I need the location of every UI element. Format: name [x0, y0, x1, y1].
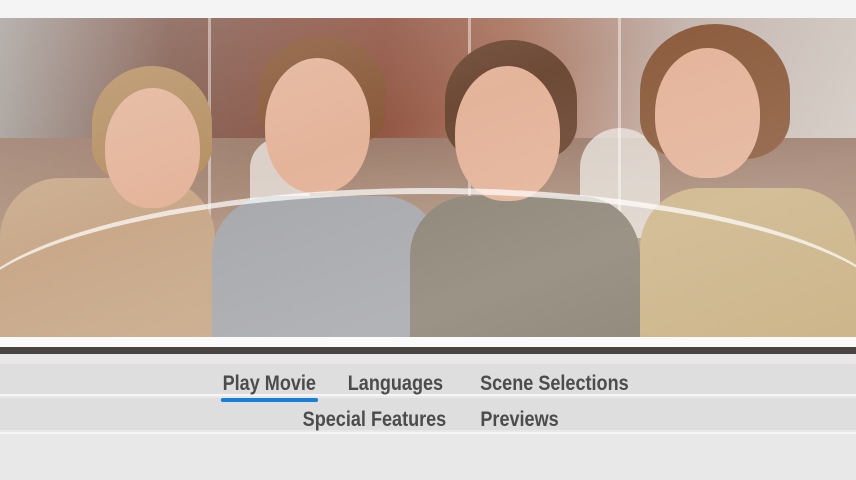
top-band [0, 0, 856, 18]
menu-row-secondary: Special Features Previews [0, 407, 856, 433]
divider-light [0, 337, 856, 347]
special-features-button[interactable]: Special Features [302, 407, 446, 433]
divider-dark [0, 347, 856, 354]
play-movie-button[interactable]: Play Movie [220, 371, 318, 402]
background-scene-image [0, 18, 856, 344]
dvd-menu: Play Movie Languages Scene Selections Sp… [0, 354, 856, 480]
menu-row-primary: Play Movie Languages Scene Selections [0, 371, 856, 402]
previews-button[interactable]: Previews [481, 407, 559, 433]
languages-button[interactable]: Languages [348, 371, 443, 397]
scene-selections-button[interactable]: Scene Selections [480, 371, 629, 397]
